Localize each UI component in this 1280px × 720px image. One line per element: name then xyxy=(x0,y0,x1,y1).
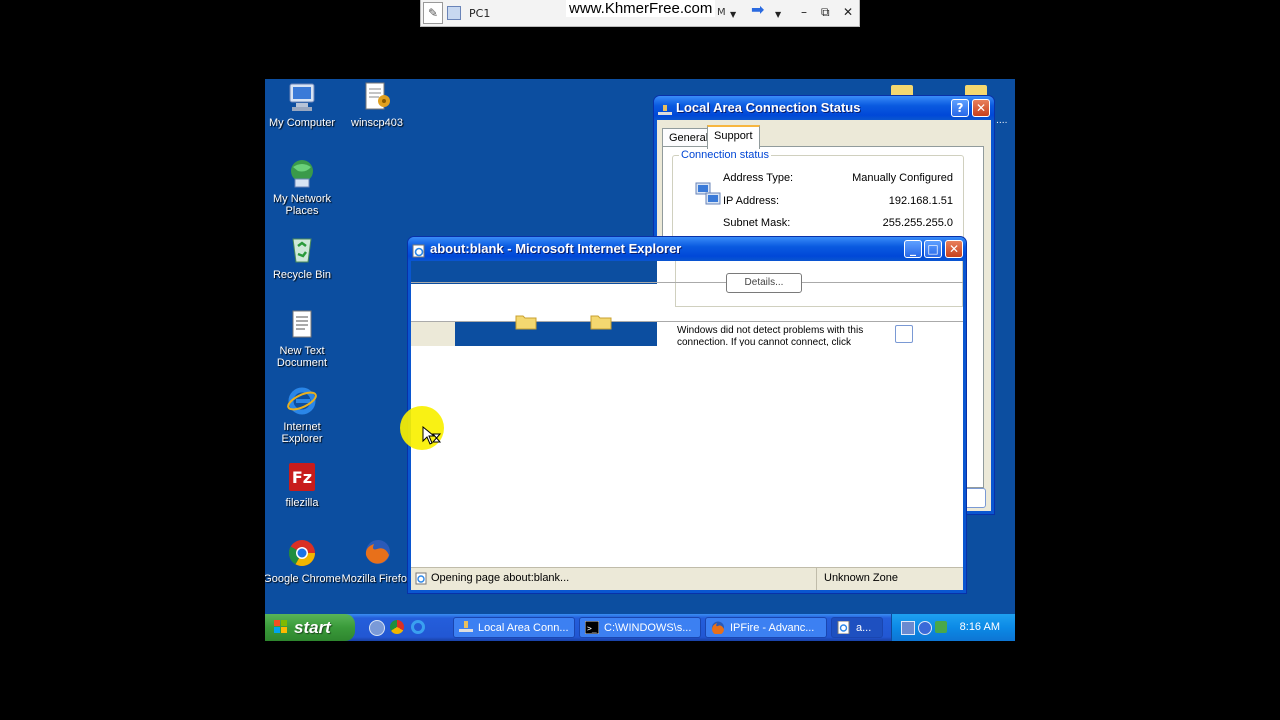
desktop-icon-filezilla[interactable]: Fz filezilla xyxy=(265,461,342,509)
task-ipfire[interactable]: IPFire - Advanc... xyxy=(705,617,827,638)
security-tray-icon[interactable] xyxy=(918,621,932,635)
truncated-label: .... xyxy=(996,116,1008,126)
details-button[interactable]: Details... xyxy=(726,273,802,293)
ie-zone-text: Unknown Zone xyxy=(824,572,898,584)
desktop-icon-mozilla-firefox[interactable]: Mozilla Firefox xyxy=(337,537,417,585)
address-type-key: Address Type: xyxy=(723,172,794,184)
lac-title: Local Area Connection Status xyxy=(676,100,861,115)
ip-address-key: IP Address: xyxy=(723,195,780,207)
close-icon[interactable]: ✕ xyxy=(843,5,853,19)
svg-text:>_: >_ xyxy=(587,624,597,633)
installer-icon xyxy=(361,81,393,113)
watermark: www.KhmerFree.com xyxy=(566,0,716,17)
ie-title-bar[interactable]: about:blank - Microsoft Internet Explore… xyxy=(408,237,966,261)
network-tray-icon[interactable] xyxy=(901,621,915,635)
task-cmd[interactable]: >_ C:\WINDOWS\s... xyxy=(579,617,701,638)
group-label: Connection status xyxy=(679,149,772,161)
lac-title-bar[interactable]: Local Area Connection Status xyxy=(654,96,994,120)
firefox-icon xyxy=(361,537,393,569)
desktop-icon-my-computer[interactable]: My Computer xyxy=(265,81,342,129)
desktop: My Computer winscp403 My Network Places … xyxy=(265,79,1015,614)
pin-icon[interactable]: ✎ xyxy=(423,2,443,24)
windows-flag-icon xyxy=(274,620,288,634)
minimize-icon[interactable]: – xyxy=(801,5,807,19)
ie-content-area[interactable] xyxy=(411,346,963,568)
network-globe-icon xyxy=(286,157,318,189)
tab-support[interactable]: Support xyxy=(707,125,760,149)
ie-task-icon xyxy=(837,620,851,635)
subnet-mask-key: Subnet Mask: xyxy=(723,217,791,229)
ie-page-icon xyxy=(412,242,426,258)
desktop-icon-new-text-document[interactable]: New Text Document xyxy=(265,309,342,369)
clock: 8:16 AM xyxy=(959,621,1000,633)
restore-icon[interactable]: ⧉ xyxy=(821,5,830,19)
repaint-artifact: Details... Windows did not detect proble… xyxy=(411,261,963,346)
toolbar-fragment: M xyxy=(717,7,726,18)
ie-window: about:blank - Microsoft Internet Explore… xyxy=(407,236,967,594)
taskbar: start Local Area Conn... >_ C:\WINDOWS\s… xyxy=(265,614,1015,641)
pc-name: PC1 xyxy=(469,7,491,20)
ie-logo-icon xyxy=(286,385,318,417)
folder-icon-4 xyxy=(590,313,612,330)
subnet-mask-value: 255.255.255.0 xyxy=(882,217,953,229)
ie-title: about:blank - Microsoft Internet Explore… xyxy=(430,241,682,256)
start-button[interactable]: start xyxy=(265,614,355,641)
filezilla-icon: Fz xyxy=(286,461,318,493)
cmd-icon: >_ xyxy=(584,620,600,635)
text-document-icon xyxy=(286,309,318,341)
firefox-task-icon xyxy=(711,621,725,635)
desktop-icon-my-network-places[interactable]: My Network Places xyxy=(265,157,342,217)
chrome-quicklaunch-icon[interactable] xyxy=(390,620,404,634)
task-ie[interactable]: a... xyxy=(831,617,883,638)
system-tray: 8:16 AM xyxy=(891,614,1015,641)
dropdown-arrow-icon[interactable]: ▼ xyxy=(730,8,736,22)
network-connection-icon xyxy=(658,101,672,115)
dialog-button-edge[interactable] xyxy=(964,488,986,508)
ie-close-icon[interactable]: ✕ xyxy=(945,240,963,258)
desktop-icon-winscp[interactable]: winscp403 xyxy=(337,81,417,129)
folder-icon-3 xyxy=(515,313,537,330)
detect-text-2: connection. If you cannot connect, click xyxy=(677,337,851,346)
dropdown-arrow-icon-2[interactable]: ▼ xyxy=(775,8,781,22)
desktop-icon-google-chrome[interactable]: Google Chrome xyxy=(265,537,342,585)
chrome-icon xyxy=(286,537,318,569)
desktop-icon-recycle-bin[interactable]: Recycle Bin xyxy=(265,233,342,281)
remote-toolbar: ✎ PC1 www.KhmerFree.com M ▼ ➡ ▼ – ⧉ ✕ xyxy=(420,0,860,27)
task-local-area-connection[interactable]: Local Area Conn... xyxy=(453,617,575,638)
svg-text:Fz: Fz xyxy=(292,468,312,487)
lac-close-icon[interactable]: ✕ xyxy=(972,99,990,117)
ip-address-value: 192.168.1.51 xyxy=(888,195,953,207)
network-task-icon xyxy=(459,621,473,634)
ie-minimize-icon[interactable]: _ xyxy=(904,240,922,258)
start-label: start xyxy=(294,618,331,637)
page-loading-icon xyxy=(415,572,428,585)
detect-text-1: Windows did not detect problems with thi… xyxy=(677,325,864,336)
network-computers-icon xyxy=(695,182,723,208)
folder-icon-2 xyxy=(965,85,987,95)
busy-cursor-icon xyxy=(422,425,442,448)
computer-icon xyxy=(286,81,318,113)
pc-icon xyxy=(447,6,461,20)
recycle-bin-icon xyxy=(286,233,318,265)
address-type-value: Manually Configured xyxy=(852,172,953,184)
ie-status-text: Opening page about:blank... xyxy=(431,572,570,584)
forward-arrow-icon[interactable]: ➡ xyxy=(751,2,764,18)
show-desktop-icon[interactable] xyxy=(369,620,385,636)
ie-status-bar: Opening page about:blank... Unknown Zone xyxy=(411,567,963,590)
ie-quicklaunch-icon[interactable] xyxy=(411,620,425,634)
update-tray-icon[interactable] xyxy=(935,621,947,633)
repair-button-edge[interactable] xyxy=(895,325,913,343)
desktop-icon-internet-explorer[interactable]: Internet Explorer xyxy=(265,385,342,445)
ie-maximize-icon[interactable]: □ xyxy=(924,240,942,258)
folder-icon xyxy=(891,85,913,95)
help-icon[interactable]: ? xyxy=(951,99,969,117)
